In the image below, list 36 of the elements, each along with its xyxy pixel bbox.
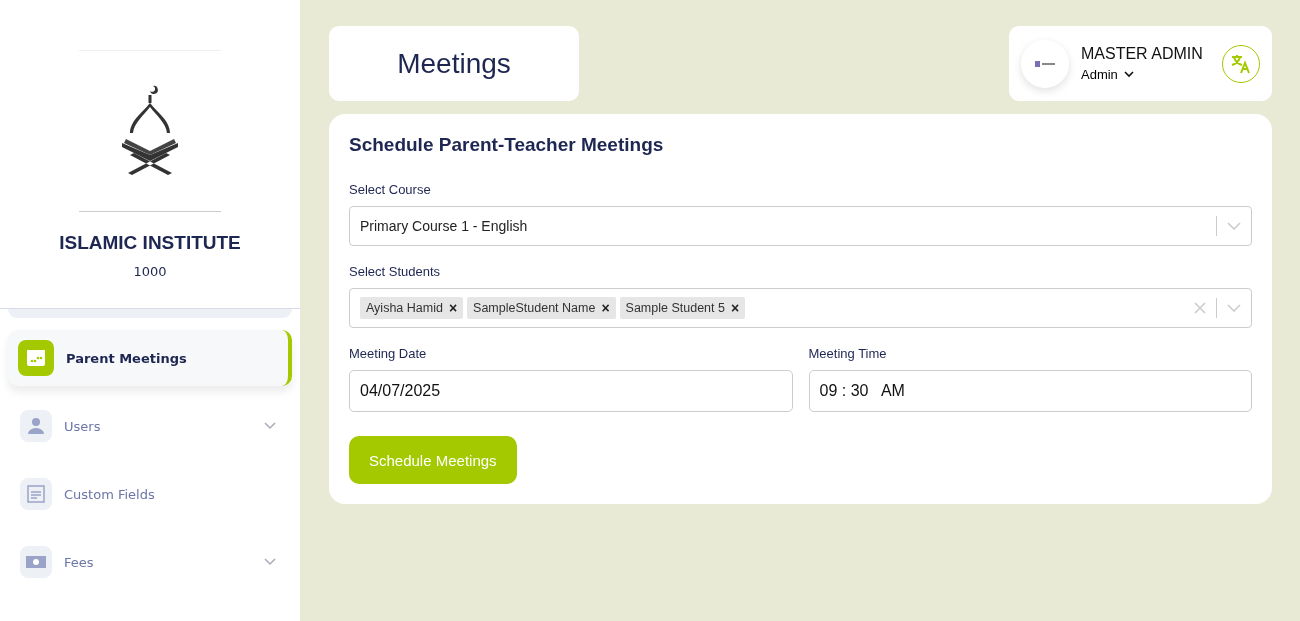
remove-tag-button[interactable]: × xyxy=(599,300,612,316)
sidebar-item[interactable]: Users xyxy=(8,398,292,454)
institute-name: ISLAMIC INSTITUTE xyxy=(59,232,241,254)
sidebar-item[interactable]: Custom Fields xyxy=(8,466,292,522)
user-icon xyxy=(20,410,52,442)
calendar-icon xyxy=(18,340,54,376)
banknote-icon xyxy=(20,546,52,578)
institute-code: 1000 xyxy=(133,264,167,279)
field-label: Meeting Time xyxy=(808,346,888,361)
chevron-down-icon xyxy=(1227,222,1241,230)
student-tag: Ayisha Hamid × xyxy=(360,297,464,319)
sidebar-item[interactable]: Fees xyxy=(8,534,292,590)
student-tag: Sample Student 5 × xyxy=(619,297,746,319)
student-tag: SampleStudent Name × xyxy=(467,297,616,319)
chevron-down-icon xyxy=(1123,71,1134,78)
role-dropdown[interactable]: Admin xyxy=(1081,67,1134,82)
page-title: Meetings xyxy=(329,26,579,101)
course-select[interactable]: Primary Course 1 - English xyxy=(349,206,1252,246)
chevron-down-icon xyxy=(264,422,276,430)
students-select[interactable]: Ayisha Hamid × SampleStudent Name × Sample Student 5 × xyxy=(349,288,1252,328)
field-label: Select Course xyxy=(349,182,432,197)
clear-icon[interactable] xyxy=(1194,302,1206,314)
remove-tag-button[interactable]: × xyxy=(728,300,742,316)
form-title: Schedule Parent-Teacher Meetings xyxy=(349,134,665,156)
remove-tag-button[interactable]: × xyxy=(446,300,460,316)
user-name: MASTER ADMIN xyxy=(1081,45,1204,63)
mosque-book-logo-icon xyxy=(120,85,180,177)
date-field[interactable]: 04/07/2025 xyxy=(349,370,793,412)
chevron-down-icon xyxy=(264,558,276,566)
translate-icon[interactable] xyxy=(1222,44,1260,83)
field-label: Select Students xyxy=(349,264,442,279)
field-label: Meeting Date xyxy=(349,346,428,361)
time-field[interactable]: 09 : 30 AM xyxy=(808,370,1252,412)
form-icon xyxy=(20,478,52,510)
sidebar-item[interactable]: Parent Meetings xyxy=(8,330,292,386)
chevron-down-icon xyxy=(1227,304,1241,312)
